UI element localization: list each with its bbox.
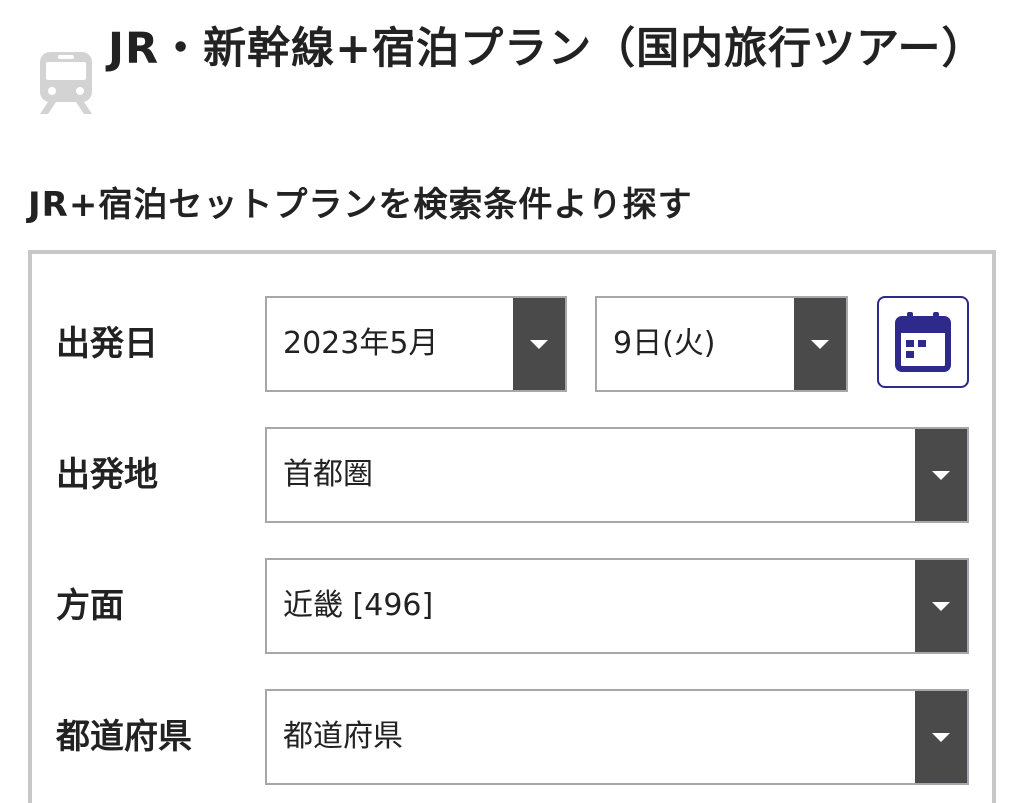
section-title: JR+宿泊セットプランを検索条件より探す [28, 185, 693, 225]
direction-value: 近畿 [496] [283, 588, 434, 623]
departure-month-dropdown-toggle[interactable] [513, 298, 565, 390]
departure-date-label: 出発日 [56, 324, 158, 364]
train-icon [36, 50, 96, 116]
prefecture-dropdown-toggle[interactable] [915, 691, 967, 783]
prefecture-select[interactable]: 都道府県 [265, 689, 969, 785]
departure-month-value: 2023年5月 [283, 326, 439, 361]
calendar-button[interactable] [877, 296, 969, 388]
direction-select[interactable]: 近畿 [496] [265, 558, 969, 654]
page-title: JR・新幹線+宿泊プラン（国内旅行ツアー） [108, 24, 986, 74]
chevron-down-icon [530, 340, 548, 349]
departure-month-select[interactable]: 2023年5月 [265, 296, 567, 392]
direction-dropdown-toggle[interactable] [915, 560, 967, 652]
page-header: JR・新幹線+宿泊プラン（国内旅行ツアー） [0, 0, 1024, 160]
departure-place-dropdown-toggle[interactable] [915, 429, 967, 521]
departure-day-value: 9日(火) [613, 326, 716, 361]
departure-day-dropdown-toggle[interactable] [794, 298, 846, 390]
chevron-down-icon [932, 733, 950, 742]
direction-label: 方面 [56, 586, 124, 626]
chevron-down-icon [811, 340, 829, 349]
chevron-down-icon [932, 471, 950, 480]
prefecture-value: 都道府県 [283, 719, 403, 754]
departure-place-select[interactable]: 首都圏 [265, 427, 969, 523]
prefecture-label: 都道府県 [56, 717, 192, 757]
departure-day-select[interactable]: 9日(火) [595, 296, 848, 392]
departure-place-label: 出発地 [56, 455, 158, 495]
chevron-down-icon [932, 602, 950, 611]
departure-place-value: 首都圏 [283, 457, 373, 492]
calendar-icon [895, 312, 951, 372]
